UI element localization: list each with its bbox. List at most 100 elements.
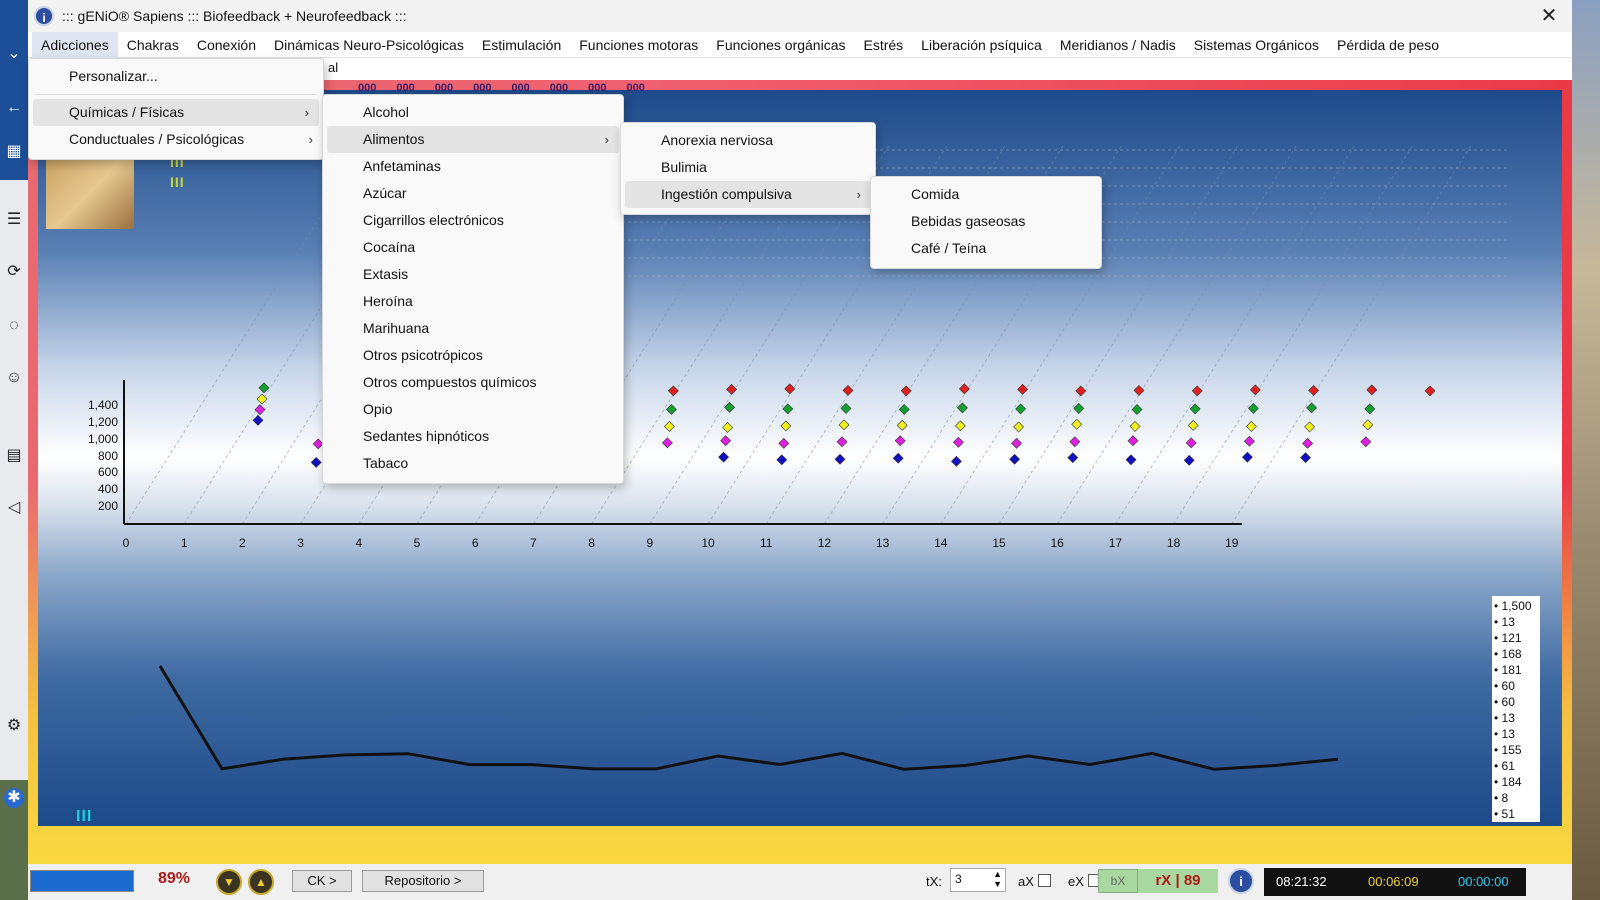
menu-alimentos: Anorexia nerviosa Bulimia Ingestión compul… (620, 122, 876, 215)
desktop-right-edge (1572, 0, 1600, 900)
arrow-up-icon[interactable]: ▲ (248, 869, 274, 895)
grid-icon[interactable]: ▦ (4, 142, 24, 162)
list-icon[interactable]: ☰ (4, 210, 24, 230)
scatter-point (1009, 453, 1021, 465)
y-tick-label: 1,000 (87, 431, 118, 446)
book-icon[interactable]: ▤ (4, 446, 24, 466)
menu-item-label: Otros psicotrópicos (363, 347, 483, 363)
scatter-point (661, 437, 673, 449)
back-arrow-icon[interactable]: ← (4, 98, 24, 118)
menu-item-qu-micas-f-sicas[interactable]: Químicas / Físicas › (33, 99, 319, 126)
legend-value: 155 (1494, 742, 1538, 758)
scatter-point (1300, 452, 1312, 464)
stepper-arrows-icon[interactable]: ▲ ▼ (993, 869, 1002, 889)
menu-item-otros-psicotr-picos[interactable]: Otros psicotrópicos (323, 342, 623, 369)
portrait-thumbnail (46, 155, 134, 229)
menu-item-coca-na[interactable]: Cocaína (323, 234, 623, 261)
menu-item-hero-na[interactable]: Heroína (323, 288, 623, 315)
menu-item-alcohol[interactable]: Alcohol (323, 99, 623, 126)
scatter-point (718, 451, 730, 463)
x-tick-label: 18 (1166, 536, 1181, 550)
menu-item-label: Bulimia (661, 159, 707, 175)
clock-panel: 08:21:32 00:06:09 00:00:00 (1264, 868, 1526, 896)
chevron-right-icon: › (304, 105, 309, 120)
scatter-point (840, 402, 852, 414)
scatter-point (1187, 419, 1199, 431)
menu-item-bulimia[interactable]: Bulimia (621, 154, 875, 181)
chevron-down-icon[interactable]: ⌄ (4, 44, 24, 64)
ax-checkbox[interactable] (1038, 874, 1051, 887)
menu-ingestion-compulsiva: Comida Bebidas gaseosas Café / Teína (870, 176, 1102, 269)
taskbar-left-mid: ☰ ⟳ ◌ ☺ ▤ ◁ ⚙ (0, 180, 28, 780)
legend-value: 51 (1494, 806, 1538, 822)
menu-item-conductuales-psicol-gicas[interactable]: Conductuales / Psicológicas › (29, 126, 323, 153)
menu-item-label: Marihuana (363, 320, 430, 336)
scatter-point (1069, 436, 1081, 448)
menu-item-anfetaminas[interactable]: Anfetaminas (323, 153, 623, 180)
menu-item-label: Tabaco (363, 455, 409, 471)
refresh-icon[interactable]: ⟳ (4, 262, 24, 282)
menu-quimicas-fisicas: Alcohol Alimentos › Anfetaminas Azúcar Cigarr… (322, 94, 624, 484)
scatter-point (782, 403, 794, 415)
signal-level-bar (30, 870, 134, 892)
scatter-point (842, 384, 854, 396)
scatter-point (954, 420, 966, 432)
info-icon[interactable]: i (1228, 868, 1254, 894)
scatter-point (1366, 384, 1378, 396)
scatter-point (956, 402, 968, 414)
scatter-point (1067, 452, 1079, 464)
menu-item-cigarrillos-electr-nicos[interactable]: Cigarrillos electrónicos (323, 207, 623, 234)
menu-item-comida[interactable]: Comida (871, 181, 1101, 208)
menu-item-anorexia-nerviosa[interactable]: Anorexia nerviosa (621, 127, 875, 154)
menu-item-label: Sedantes hipnóticos (363, 428, 490, 444)
legend-value: 61 (1494, 758, 1538, 774)
x-tick-label: 19 (1225, 536, 1239, 550)
scatter-point (1243, 435, 1255, 447)
scatter-point (252, 414, 264, 426)
legend-value: 60 (1494, 694, 1538, 710)
menu-item-label: Alcohol (363, 104, 409, 120)
menu-item-personalizar-[interactable]: Personalizar... (29, 63, 323, 90)
scatter-point (896, 419, 908, 431)
menu-item-ingesti-n-compulsiva[interactable]: Ingestión compulsiva › (625, 181, 871, 208)
menu-item-tabaco[interactable]: Tabaco (323, 450, 623, 477)
bx-button[interactable]: bX (1098, 869, 1138, 893)
arrow-down-icon[interactable]: ▼ (216, 869, 242, 895)
menu-item-caf-te-na[interactable]: Café / Teína (871, 235, 1101, 262)
x-tick-label: 15 (992, 536, 1006, 550)
menu-item-bebidas-gaseosas[interactable]: Bebidas gaseosas (871, 208, 1101, 235)
menu-item-label: Químicas / Físicas (69, 104, 185, 120)
menu-item-alimentos[interactable]: Alimentos › (327, 126, 619, 153)
x-tick-label: 2 (239, 536, 246, 550)
megaphone-icon[interactable]: ◁ (4, 498, 24, 518)
accessibility-icon[interactable]: ✱ (4, 788, 24, 808)
depth-gridline (1231, 143, 1473, 525)
repositorio-button[interactable]: Repositorio > (362, 870, 484, 892)
users-icon[interactable]: ☺ (4, 368, 24, 388)
percent-readout: 89% (158, 870, 191, 887)
chevron-right-icon: › (856, 187, 861, 202)
scatter-point (1424, 385, 1436, 397)
menu-item-label: Anorexia nerviosa (661, 132, 774, 148)
menu-item-label: Café / Teína (911, 240, 987, 256)
menu-item-opio[interactable]: Opio (323, 396, 623, 423)
desktop-left-edge: ⌄ ← ▦ ☰ ⟳ ◌ ☺ ▤ ◁ ⚙ ✱ (0, 0, 28, 900)
legend-value: 121 (1494, 630, 1538, 646)
scatter-point (958, 383, 970, 395)
y-tick-label: 400 (97, 482, 118, 497)
scatter-point (720, 435, 732, 447)
gear-icon[interactable]: ⚙ (4, 716, 24, 736)
menu-item-otros-compuestos-qu-micos[interactable]: Otros compuestos químicos (323, 369, 623, 396)
menu-item-marihuana[interactable]: Marihuana (323, 315, 623, 342)
tx-stepper[interactable]: 3 ▲ ▼ (950, 868, 1006, 892)
menu-item-az-car[interactable]: Azúcar (323, 180, 623, 207)
menu-item-extasis[interactable]: Extasis (323, 261, 623, 288)
ck-button[interactable]: CK > (292, 870, 352, 892)
menu-item-sedantes-hipn-ticos[interactable]: Sedantes hipnóticos (323, 423, 623, 450)
scatter-point (1249, 384, 1261, 396)
chat-icon[interactable]: ◌ (4, 316, 24, 336)
scatter-point (722, 422, 734, 433)
x-tick-label: 13 (875, 536, 890, 550)
tx-value: 3 (955, 872, 962, 886)
x-tick-label: 7 (530, 536, 537, 550)
